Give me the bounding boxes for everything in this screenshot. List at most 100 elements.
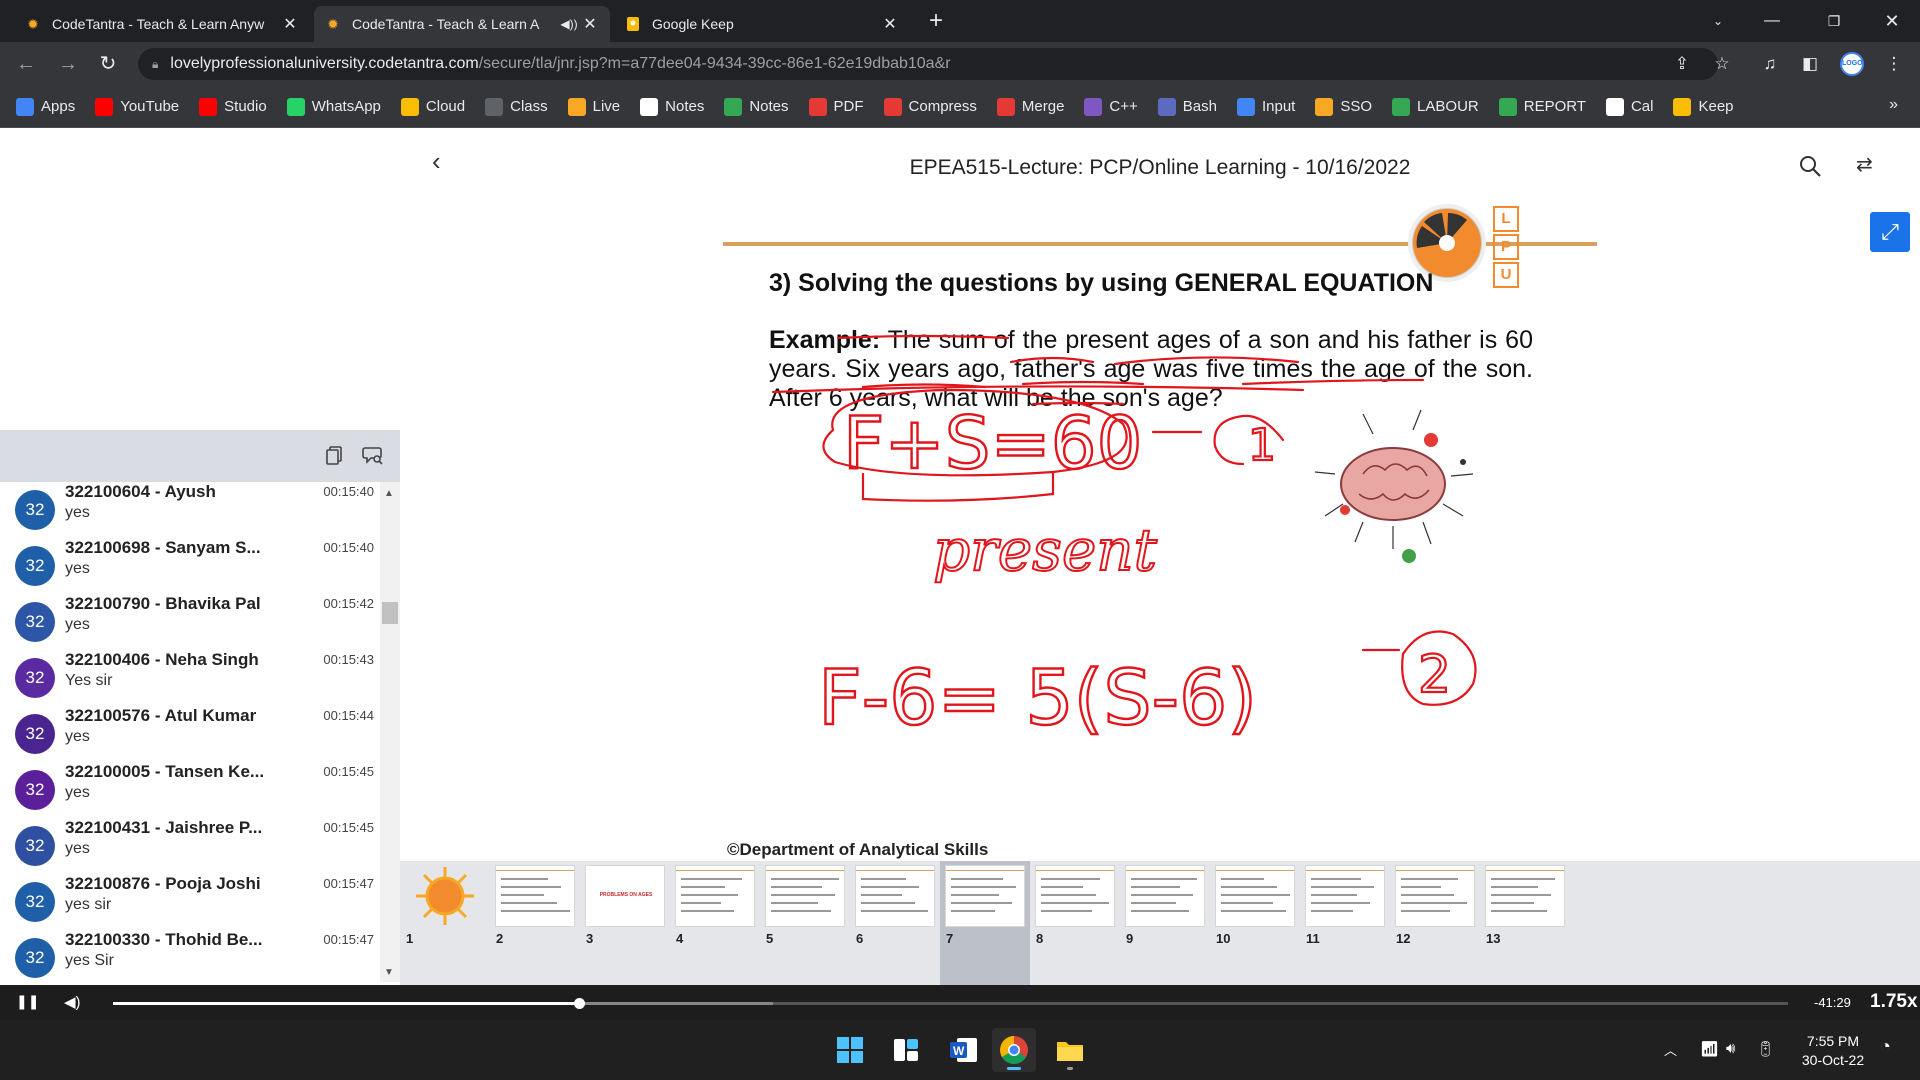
volume-icon[interactable]: ◀) <box>64 993 81 1011</box>
side-panel-icon[interactable]: ◧ <box>1796 50 1824 78</box>
fullscreen-icon[interactable]: ⤢ <box>1870 212 1910 252</box>
slide-thumbnail[interactable]: 6 <box>850 861 940 985</box>
windows-start-icon[interactable] <box>828 1028 872 1072</box>
restore-icon[interactable]: ❐ <box>1810 0 1858 42</box>
avatar: 32 <box>15 770 55 810</box>
slide-thumbnail[interactable]: 2 <box>490 861 580 985</box>
bookmark-input[interactable]: Input <box>1236 97 1296 116</box>
seek-bar[interactable] <box>113 998 1788 1009</box>
clock-date: 30-Oct-22 <box>1801 1052 1865 1068</box>
bookmark-sso[interactable]: SSO <box>1315 97 1372 116</box>
tab-codetantra-2[interactable]: ✹ CodeTantra - Teach & Learn A ◀)) ✕ <box>314 6 610 42</box>
bookmark-label: PDF <box>833 98 864 115</box>
message-text: yes <box>65 504 90 521</box>
battery-icon[interactable]: 🔋︎ <box>1756 1040 1775 1058</box>
widgets-icon[interactable] <box>884 1028 928 1072</box>
scroll-up-icon[interactable]: ▲ <box>384 488 394 499</box>
bookmark-pdf[interactable]: PDF <box>808 97 864 116</box>
profile-avatar[interactable]: LOGO <box>1840 52 1864 76</box>
bookmark-keep[interactable]: Keep <box>1673 97 1734 116</box>
bookmark-merge[interactable]: Merge <box>996 97 1064 116</box>
copy-icon[interactable] <box>322 444 348 470</box>
bookmark-c-[interactable]: C++ <box>1084 97 1138 116</box>
bookmark-report[interactable]: REPORT <box>1498 97 1586 116</box>
bookmark-class[interactable]: Class <box>485 97 548 116</box>
bookmark-cal[interactable]: Cal <box>1605 97 1654 116</box>
lock-icon[interactable]: 🔒︎ <box>152 57 158 72</box>
file-explorer-icon[interactable] <box>1048 1028 1092 1072</box>
thumbnail-image <box>945 865 1025 927</box>
bookmark-label: Cal <box>1630 98 1654 115</box>
bookmark-live[interactable]: Live <box>567 97 620 116</box>
playback-speed[interactable]: 1.75x <box>1870 991 1918 1013</box>
menu-kebab-icon[interactable]: ⋮ <box>1880 50 1908 78</box>
close-tab-icon[interactable]: ✕ <box>280 14 300 34</box>
volume-tray-icon[interactable]: 🔊︎ <box>1726 1040 1735 1057</box>
notion-icon <box>640 97 659 116</box>
tab-google-keep[interactable]: Google Keep ✕ <box>614 6 910 42</box>
share-icon[interactable]: ⇪ <box>1668 50 1696 78</box>
seek-handle[interactable] <box>573 998 585 1009</box>
bookmark-star-icon[interactable]: ☆ <box>1708 50 1736 78</box>
wifi-icon[interactable]: 📶︎ <box>1700 1040 1719 1058</box>
tab-search-icon[interactable]: ⌄ <box>1694 0 1742 42</box>
back-icon[interactable]: ← <box>12 50 40 78</box>
scrollbar-thumb[interactable] <box>382 602 398 624</box>
minimize-icon[interactable]: — <box>1748 0 1796 42</box>
url-host: lovelyprofessionaluniversity.codetantra.… <box>170 55 479 72</box>
bookmark-studio[interactable]: Studio <box>199 97 267 116</box>
forward-icon[interactable]: → <box>54 50 82 78</box>
pause-icon[interactable]: ❚❚ <box>16 993 39 1010</box>
bookmark-apps[interactable]: Apps <box>16 97 75 116</box>
bookmarks-bar: Apps YouTube Studio WhatsApp Cloud Class Live N… <box>0 86 1920 128</box>
slide-thumbnail[interactable]: 7 <box>940 861 1030 985</box>
ink-eq2: F-6= 5(S-6) <box>818 653 1257 742</box>
ink-eq1: F+S=60 <box>843 401 1142 485</box>
bookmark-labour[interactable]: LABOUR <box>1392 97 1479 116</box>
slide-thumbnail[interactable]: 12 <box>1390 861 1480 985</box>
bookmark-youtube[interactable]: YouTube <box>95 97 179 116</box>
bookmark-bash[interactable]: Bash <box>1157 97 1217 116</box>
slide-thumbnail[interactable]: 13 <box>1480 861 1570 985</box>
bookmark-label: Input <box>1261 98 1296 115</box>
search-icon[interactable] <box>1798 154 1824 180</box>
bookmark-notes[interactable]: Notes <box>640 97 704 116</box>
slide-thumbnail[interactable]: 5 <box>760 861 850 985</box>
bookmark-whatsapp[interactable]: WhatsApp <box>286 97 381 116</box>
reload-icon[interactable]: ↻ <box>94 50 122 78</box>
close-window-icon[interactable]: ✕ <box>1868 0 1916 42</box>
media-control-icon[interactable]: ♫ <box>1756 50 1784 78</box>
word-icon[interactable]: W <box>942 1028 986 1072</box>
chat-scrollbar[interactable]: ▲ ▼ <box>380 482 400 982</box>
more-bookmarks-icon[interactable]: » <box>1889 96 1898 114</box>
bookmark-cloud[interactable]: Cloud <box>400 97 465 116</box>
system-clock[interactable]: 7:55 PM 30-Oct-22 <box>1796 1032 1870 1070</box>
scroll-down-icon[interactable]: ▼ <box>384 967 394 978</box>
thumbnail-number: 3 <box>586 931 594 946</box>
slide-thumbnail[interactable]: 11 <box>1300 861 1390 985</box>
slide-thumbnail[interactable]: 1 <box>400 861 490 985</box>
tab-codetantra-1[interactable]: ✹ CodeTantra - Teach & Learn Anyw ✕ <box>14 6 310 42</box>
ink-mark1: 1 <box>1248 420 1276 471</box>
speaker-icon[interactable]: ◀)) <box>558 17 580 31</box>
bookmark-notes[interactable]: Notes <box>724 97 789 116</box>
slide-thumbnail[interactable]: 8 <box>1030 861 1120 985</box>
google-icon <box>1236 97 1255 116</box>
swap-icon[interactable]: ⇄ <box>1856 152 1873 177</box>
slide-thumbnail[interactable]: PROBLEMS ON AGES 3 <box>580 861 670 985</box>
notifications-icon[interactable]: ◔ <box>1880 1036 1891 1057</box>
chat-search-icon[interactable] <box>360 444 386 470</box>
lecture-app: 32 322100604 - Ayush 00:15:40 yes 32 32210069… <box>0 128 1920 985</box>
chat-message-list[interactable]: 32 322100604 - Ayush 00:15:40 yes 32 32210069… <box>0 482 386 982</box>
chrome-icon[interactable] <box>992 1028 1036 1072</box>
close-tab-icon[interactable]: ✕ <box>580 14 600 34</box>
slide-thumbnail[interactable]: 4 <box>670 861 760 985</box>
bookmark-compress[interactable]: Compress <box>883 97 977 116</box>
close-tab-icon[interactable]: ✕ <box>880 14 900 34</box>
tray-chevron-icon[interactable]: ︿ <box>1664 1040 1677 1059</box>
slide-viewer: ‹ EPEA515-Lecture: PCP/Online Learning -… <box>400 128 1920 861</box>
slide-thumbnail[interactable]: 9 <box>1120 861 1210 985</box>
slide-thumbnail[interactable]: 10 <box>1210 861 1300 985</box>
new-tab-button[interactable]: + <box>922 8 950 36</box>
address-bar[interactable]: 🔒︎ lovelyprofessionaluniversity.codetant… <box>138 48 1718 80</box>
